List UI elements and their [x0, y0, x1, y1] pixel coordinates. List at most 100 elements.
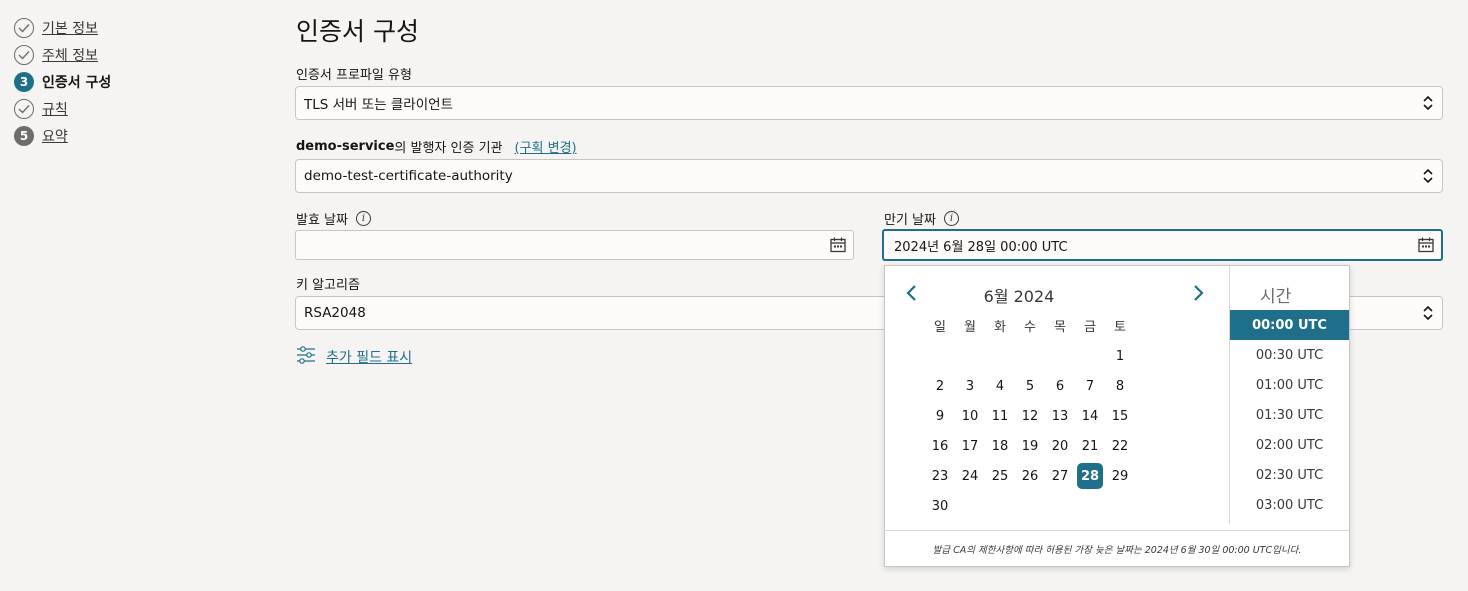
calendar-panel: 6월 2024 일 월 화 수 목 금 토 1 2 3 4 5 6 7 8 9 10 11 12 13 1…: [885, 266, 1229, 530]
day-cell[interactable]: 10: [955, 401, 985, 431]
step-label[interactable]: 기본 정보: [42, 18, 98, 38]
day-number: 20: [1051, 438, 1069, 454]
issuer-ca-value: demo-test-certificate-authority: [304, 168, 513, 184]
weekday-label: 수: [1024, 320, 1036, 335]
day-cell[interactable]: 14: [1075, 401, 1105, 431]
time-option[interactable]: 01:00 UTC: [1230, 370, 1349, 400]
day-number: 3: [965, 378, 975, 394]
step-number-badge: 5: [14, 125, 34, 146]
month-title: 6월 2024: [983, 287, 1055, 306]
time-option[interactable]: 00:30 UTC: [1230, 340, 1349, 370]
step-label[interactable]: 요약: [42, 126, 68, 146]
show-more-fields[interactable]: 추가 필드 표시: [296, 345, 412, 369]
day-cell[interactable]: 3: [955, 371, 985, 401]
time-list[interactable]: 00:00 UTC 00:30 UTC 01:00 UTC 01:30 UTC 02:0…: [1230, 310, 1349, 520]
change-compartment-link[interactable]: (구획 변경): [515, 137, 577, 156]
profile-type-select[interactable]: TLS 서버 또는 클라이언트: [295, 86, 1443, 120]
time-option[interactable]: 03:00 UTC: [1230, 490, 1349, 520]
day-cell[interactable]: 1: [1105, 341, 1135, 371]
day-cell[interactable]: 23: [925, 461, 955, 491]
day-cell[interactable]: 12: [1015, 401, 1045, 431]
expiry-date-label-text: 만기 날짜: [884, 213, 936, 228]
day-cell[interactable]: 15: [1105, 401, 1135, 431]
day-cell[interactable]: 6: [1045, 371, 1075, 401]
weekday-header: 일 월 화 수 목 금 토: [925, 316, 1135, 335]
empty-day-cell: [985, 491, 1015, 521]
day-cell[interactable]: 9: [925, 401, 955, 431]
day-cell[interactable]: 5: [1015, 371, 1045, 401]
time-option[interactable]: 01:30 UTC: [1230, 400, 1349, 430]
day-number: 13: [1051, 408, 1069, 424]
day-cell[interactable]: 16: [925, 431, 955, 461]
info-icon[interactable]: i: [355, 211, 371, 226]
step-label[interactable]: 주체 정보: [42, 45, 98, 65]
day-cell[interactable]: 29: [1105, 461, 1135, 491]
expiry-date-input[interactable]: 2024년 6월 28일 00:00 UTC: [882, 229, 1443, 261]
issuer-ca-select[interactable]: demo-test-certificate-authority: [295, 159, 1443, 193]
day-number: 19: [1021, 438, 1039, 454]
day-number: 12: [1021, 408, 1039, 424]
day-cell[interactable]: 30: [925, 491, 955, 521]
issue-date-label: 발효 날짜 i: [296, 209, 371, 228]
step-summary[interactable]: 5 요약: [14, 122, 111, 149]
day-cell[interactable]: 7: [1075, 371, 1105, 401]
footer-divider: [885, 530, 1349, 531]
day-cell[interactable]: 8: [1105, 371, 1135, 401]
step-label: 인증서 구성: [42, 74, 112, 91]
day-cell[interactable]: 17: [955, 431, 985, 461]
day-number: 14: [1081, 408, 1099, 424]
day-cell[interactable]: 22: [1105, 431, 1135, 461]
step-label[interactable]: 규칙: [42, 99, 68, 119]
day-cell[interactable]: 11: [985, 401, 1015, 431]
key-algorithm-label: 키 알고리즘: [296, 278, 360, 293]
day-number: 23: [931, 468, 949, 484]
issuer-label-suffix: 의 발행자 인증 기관: [394, 141, 503, 156]
expiry-date-value: 2024년 6월 28일 00:00 UTC: [894, 239, 1068, 255]
step-rules[interactable]: 규칙: [14, 95, 111, 122]
selected-day[interactable]: 28: [1075, 461, 1105, 491]
empty-day-cell: [1045, 341, 1075, 371]
time-option[interactable]: 02:00 UTC: [1230, 430, 1349, 460]
info-icon[interactable]: i: [943, 211, 959, 226]
calendar-icon[interactable]: [1417, 236, 1435, 258]
day-number: 29: [1111, 468, 1129, 484]
day-cell[interactable]: 4: [985, 371, 1015, 401]
check-circle-icon: [14, 44, 34, 65]
empty-day-cell: [1045, 491, 1075, 521]
chevron-right-icon[interactable]: [1191, 284, 1205, 306]
day-number: 16: [931, 438, 949, 454]
day-cell[interactable]: 20: [1045, 431, 1075, 461]
day-cell[interactable]: 25: [985, 461, 1015, 491]
issue-date-label-text: 발효 날짜: [296, 213, 348, 228]
day-cell[interactable]: 19: [1015, 431, 1045, 461]
day-cell[interactable]: 21: [1075, 431, 1105, 461]
day-number: 30: [931, 498, 949, 514]
issue-date-input[interactable]: [295, 230, 854, 260]
day-cell[interactable]: 24: [955, 461, 985, 491]
expiry-date-label: 만기 날짜 i: [884, 209, 959, 228]
day-number: 15: [1111, 408, 1129, 424]
calendar-icon[interactable]: [829, 236, 847, 258]
step-subject-info[interactable]: 주체 정보: [14, 41, 111, 68]
day-number: 25: [991, 468, 1009, 484]
select-updown-icon: [1422, 168, 1434, 188]
day-cell[interactable]: 27: [1045, 461, 1075, 491]
show-more-fields-link[interactable]: 추가 필드 표시: [326, 347, 412, 367]
profile-type-value: TLS 서버 또는 클라이언트: [304, 97, 453, 113]
day-number: 4: [995, 378, 1005, 394]
day-cell[interactable]: 18: [985, 431, 1015, 461]
select-updown-icon: [1422, 305, 1434, 325]
empty-day-cell: [1015, 491, 1045, 521]
day-cell[interactable]: 26: [1015, 461, 1045, 491]
time-option[interactable]: 02:30 UTC: [1230, 460, 1349, 490]
step-basic-info[interactable]: 기본 정보: [14, 14, 111, 41]
selected-time-option[interactable]: 00:00 UTC: [1230, 310, 1349, 340]
day-cell[interactable]: 13: [1045, 401, 1075, 431]
day-number: 21: [1081, 438, 1099, 454]
day-cell[interactable]: 2: [925, 371, 955, 401]
service-name: demo-service: [296, 139, 395, 154]
empty-day-cell: [1105, 491, 1135, 521]
day-number: 22: [1111, 438, 1129, 454]
step-number-badge: 3: [14, 71, 34, 92]
empty-day-cell: [1015, 341, 1045, 371]
